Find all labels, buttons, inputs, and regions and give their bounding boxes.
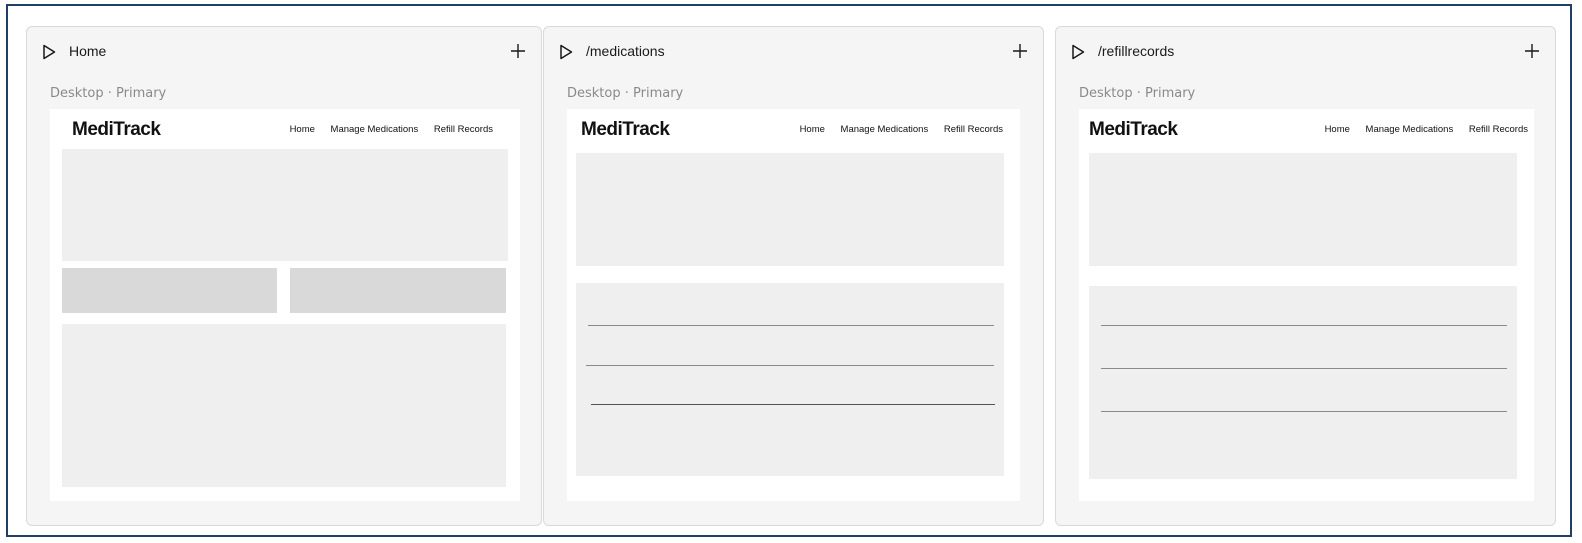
page-preview[interactable]: MediTrack Home Manage Medications Refill… xyxy=(567,109,1020,501)
page-panel-medications[interactable]: /medications Desktop · Primary MediTrack… xyxy=(543,26,1044,526)
nav-link-manage-medications: Manage Medications xyxy=(330,124,419,135)
site-logo: MediTrack xyxy=(72,119,161,140)
canvas-frame: Home Desktop · Primary MediTrack Home Ma… xyxy=(6,4,1572,537)
device-label: Desktop · Primary xyxy=(1079,86,1196,101)
site-logo: MediTrack xyxy=(1089,119,1178,140)
panel-header: /medications xyxy=(544,27,1043,77)
nav-link-refill-records: Refill Records xyxy=(943,124,1003,135)
nav-link-refill-records: Refill Records xyxy=(433,124,493,135)
site-nav: Home Manage Medications Refill Records xyxy=(290,124,493,135)
card-placeholder xyxy=(62,268,277,313)
play-icon[interactable] xyxy=(1071,44,1085,60)
nav-link-refill-records: Refill Records xyxy=(1468,124,1528,135)
table-placeholder xyxy=(1089,286,1517,479)
content-placeholder xyxy=(62,324,506,487)
nav-link-manage-medications: Manage Medications xyxy=(840,124,929,135)
plus-icon[interactable] xyxy=(1011,42,1029,60)
site-nav: Home Manage Medications Refill Records xyxy=(800,124,1003,135)
plus-icon[interactable] xyxy=(509,42,527,60)
panel-title[interactable]: /medications xyxy=(586,43,665,59)
table-row-divider xyxy=(586,365,994,366)
table-row-divider xyxy=(591,404,995,405)
table-row-divider xyxy=(1101,411,1507,412)
header-placeholder xyxy=(576,153,1004,266)
nav-link-home: Home xyxy=(289,124,315,135)
panel-title[interactable]: /refillrecords xyxy=(1098,43,1174,59)
table-row-divider xyxy=(1101,325,1507,326)
hero-placeholder xyxy=(62,149,508,261)
nav-link-manage-medications: Manage Medications xyxy=(1365,124,1454,135)
table-placeholder xyxy=(576,283,1004,476)
site-logo: MediTrack xyxy=(581,119,670,140)
play-icon[interactable] xyxy=(559,44,573,60)
site-nav: Home Manage Medications Refill Records xyxy=(1325,124,1528,135)
page-preview[interactable]: MediTrack Home Manage Medications Refill… xyxy=(1079,109,1534,501)
page-panel-home[interactable]: Home Desktop · Primary MediTrack Home Ma… xyxy=(26,26,542,526)
table-row-divider xyxy=(588,325,994,326)
panel-header: Home xyxy=(27,27,541,77)
nav-link-home: Home xyxy=(1324,124,1350,135)
page-preview[interactable]: MediTrack Home Manage Medications Refill… xyxy=(50,109,520,501)
play-icon[interactable] xyxy=(42,44,56,60)
device-label: Desktop · Primary xyxy=(50,86,167,101)
page-panel-refillrecords[interactable]: /refillrecords Desktop · Primary MediTra… xyxy=(1055,26,1556,526)
plus-icon[interactable] xyxy=(1523,42,1541,60)
header-placeholder xyxy=(1089,153,1517,266)
device-label: Desktop · Primary xyxy=(567,86,684,101)
panel-title[interactable]: Home xyxy=(69,43,106,59)
card-placeholder xyxy=(290,268,506,313)
table-row-divider xyxy=(1101,368,1507,369)
nav-link-home: Home xyxy=(799,124,825,135)
panel-header: /refillrecords xyxy=(1056,27,1555,77)
